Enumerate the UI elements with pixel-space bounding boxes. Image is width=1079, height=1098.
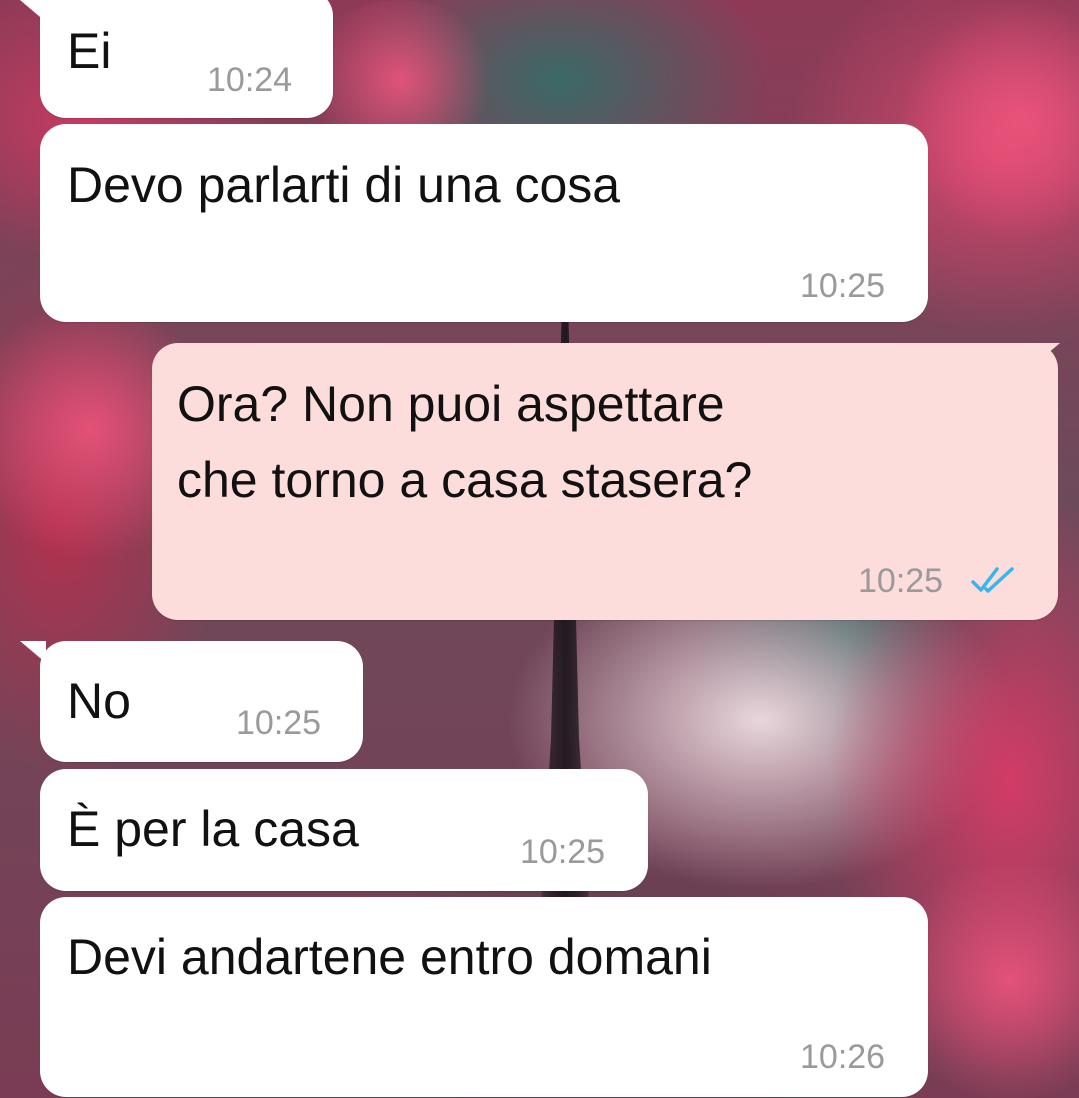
message-text: È per la casa <box>67 801 359 857</box>
message-bubble-incoming[interactable]: È per la casa 10:25 <box>40 769 648 891</box>
message-time: 10:25 <box>800 267 886 305</box>
message-time: 10:25 <box>520 833 606 871</box>
message-bubble-incoming[interactable]: No 10:25 <box>40 641 363 762</box>
message-time: 10:26 <box>800 1038 886 1076</box>
message-text-line: che torno a casa stasera? <box>177 452 753 508</box>
message-text: Devi andartene entro domani <box>67 929 712 985</box>
message-time: 10:25 <box>236 704 322 742</box>
double-check-read-icon <box>971 567 1014 593</box>
message-bubble-incoming[interactable]: Devi andartene entro domani 10:26 <box>40 897 928 1097</box>
message-bubble-outgoing[interactable]: Ora? Non puoi aspettare che torno a casa… <box>152 343 1058 620</box>
message-bubble-incoming[interactable]: Devo parlarti di una cosa 10:25 <box>40 124 928 322</box>
message-time: 10:25 <box>858 562 944 600</box>
message-text: Devo parlarti di una cosa <box>67 157 621 213</box>
message-time: 10:24 <box>207 61 293 99</box>
message-bubble-incoming[interactable]: Ei 10:24 <box>40 0 333 118</box>
message-text: Ei <box>67 23 112 79</box>
message-text-line: Ora? Non puoi aspettare <box>177 376 725 432</box>
message-text: No <box>67 673 131 729</box>
